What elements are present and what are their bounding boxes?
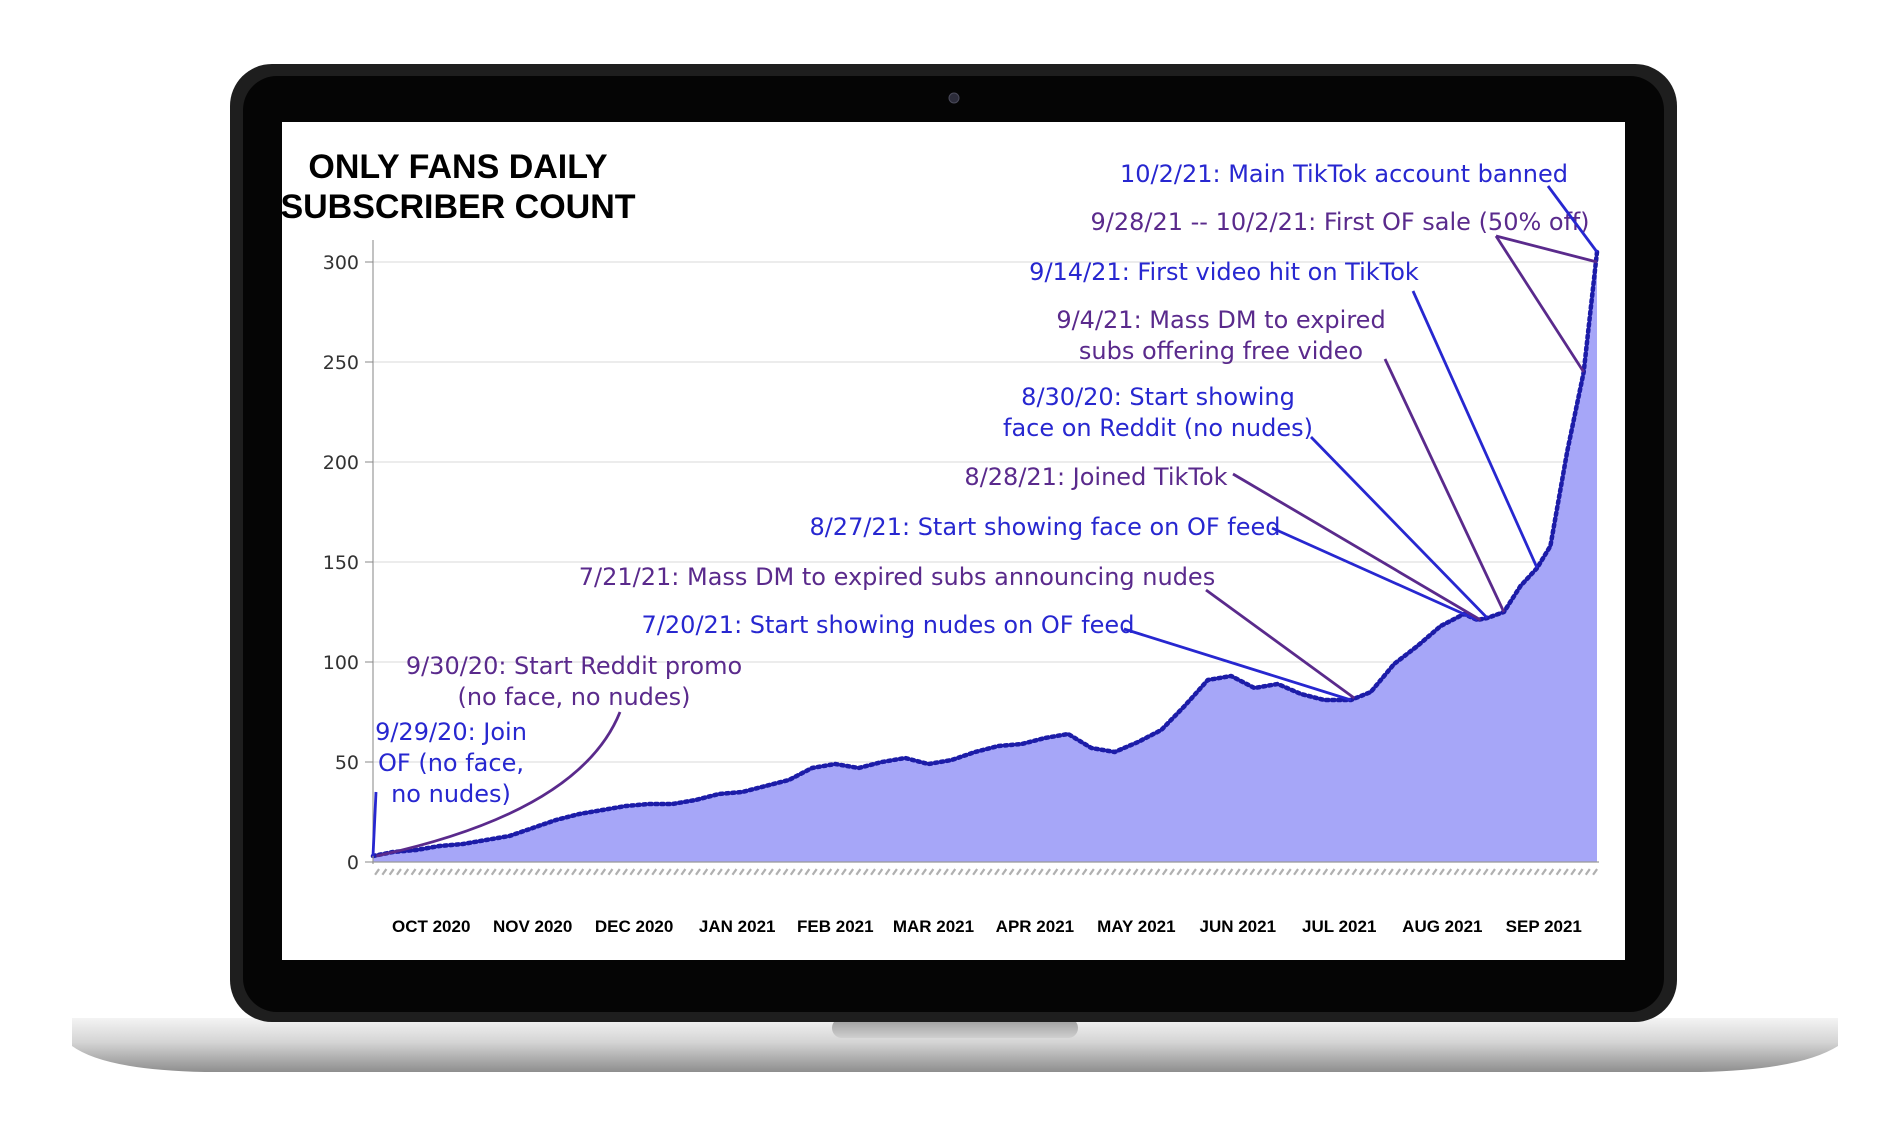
- webcam-icon: [948, 92, 960, 104]
- annotation-text: no nudes): [391, 780, 511, 808]
- month-label: FEB 2021: [797, 917, 874, 936]
- data-point: [577, 812, 581, 816]
- data-point: [1518, 584, 1523, 588]
- data-point: [554, 818, 558, 822]
- annotation-text: face on Reddit (no nudes): [1003, 414, 1313, 442]
- y-tick-label-250: 250: [323, 352, 359, 374]
- data-point: [1392, 662, 1396, 666]
- month-label: DEC 2020: [595, 917, 673, 936]
- month-label: JUN 2021: [1200, 917, 1277, 936]
- annotation-text: 9/14/21: First video hit on TikTok: [1029, 258, 1419, 286]
- data-point: [1066, 732, 1070, 736]
- y-tick-label-150: 150: [323, 552, 359, 574]
- data-point: [647, 802, 651, 806]
- annotation-text: 8/30/20: Start showing: [1021, 383, 1295, 411]
- data-point: [1159, 728, 1163, 732]
- data-point: [1043, 736, 1047, 740]
- data-point: [461, 842, 465, 846]
- data-point: [1252, 686, 1257, 690]
- data-point: [531, 826, 535, 830]
- annotation-text: 7/21/21: Mass DM to expired subs announc…: [579, 563, 1215, 591]
- data-point: [1369, 690, 1373, 694]
- y-tick-label-300: 300: [323, 252, 359, 274]
- data-point: [1229, 674, 1233, 678]
- data-point: [694, 798, 698, 802]
- data-point: [926, 762, 931, 766]
- month-label: OCT 2020: [392, 917, 470, 936]
- data-point: [740, 790, 744, 794]
- annotation-text: 7/20/21: Start showing nudes on OF feed: [642, 611, 1135, 639]
- annotation-text: (no face, no nudes): [457, 683, 690, 711]
- data-point: [717, 792, 721, 796]
- month-label: MAY 2021: [1097, 917, 1175, 936]
- data-point: [670, 802, 674, 806]
- y-tick-label-0: 0: [347, 852, 359, 874]
- annotation-text: 9/4/21: Mass DM to expired: [1056, 306, 1385, 334]
- data-point: [857, 766, 861, 770]
- data-point: [414, 848, 418, 852]
- chart-title-line-2: SUBSCRIBER COUNT: [280, 188, 635, 226]
- data-point: [833, 762, 837, 766]
- month-label: JUL 2021: [1302, 917, 1376, 936]
- data-point: [600, 808, 605, 812]
- chart-title-line-1: ONLY FANS DAILY: [308, 148, 607, 186]
- data-point: [1299, 692, 1303, 696]
- month-label: NOV 2020: [493, 917, 572, 936]
- data-point: [1415, 644, 1419, 648]
- annotation-text: 9/30/20: Start Reddit promo: [406, 652, 742, 680]
- data-point: [880, 760, 884, 764]
- month-label: MAR 2021: [893, 917, 974, 936]
- month-label: AUG 2021: [1402, 917, 1482, 936]
- data-point: [1206, 678, 1210, 682]
- annotation-text: subs offering free video: [1079, 337, 1363, 365]
- y-tick-label-50: 50: [335, 752, 359, 774]
- data-point: [1322, 698, 1326, 702]
- data-point: [484, 838, 488, 842]
- annotation-text: 8/27/21: Start showing face on OF feed: [809, 513, 1280, 541]
- annotation-text: 9/29/20: Join: [375, 718, 527, 746]
- data-point: [973, 750, 977, 754]
- data-point: [1089, 746, 1094, 750]
- month-label: JAN 2021: [699, 917, 776, 936]
- data-point: [624, 804, 628, 808]
- month-label: SEP 2021: [1506, 917, 1582, 936]
- month-label: APR 2021: [996, 917, 1074, 936]
- data-point: [1565, 450, 1569, 454]
- data-point: [996, 744, 1000, 748]
- data-point: [1136, 740, 1140, 744]
- y-tick-label-200: 200: [323, 452, 359, 474]
- y-tick-label-100: 100: [323, 652, 359, 674]
- data-point: [787, 778, 791, 782]
- annotation-text: OF (no face,: [378, 749, 524, 777]
- data-point: [763, 784, 768, 788]
- laptop-scene: ONLY FANS DAILY SUBSCRIBER COUNT 0 50 100 1…: [72, 64, 1838, 1072]
- data-point: [1113, 750, 1117, 754]
- data-point: [1182, 704, 1187, 708]
- annotation-text: 10/2/21: Main TikTok account banned: [1120, 160, 1568, 188]
- data-point: [1439, 624, 1443, 628]
- data-point: [1548, 544, 1553, 548]
- annotation-text: 8/28/21: Joined TikTok: [964, 463, 1227, 491]
- data-point: [1276, 682, 1280, 686]
- data-point: [1019, 742, 1024, 746]
- annotation-text: 9/28/21 -- 10/2/21: First OF sale (50% o…: [1091, 208, 1590, 236]
- data-point: [437, 844, 442, 848]
- data-point: [810, 766, 814, 770]
- data-point: [507, 834, 511, 838]
- data-point: [950, 758, 954, 762]
- data-point: [903, 756, 907, 760]
